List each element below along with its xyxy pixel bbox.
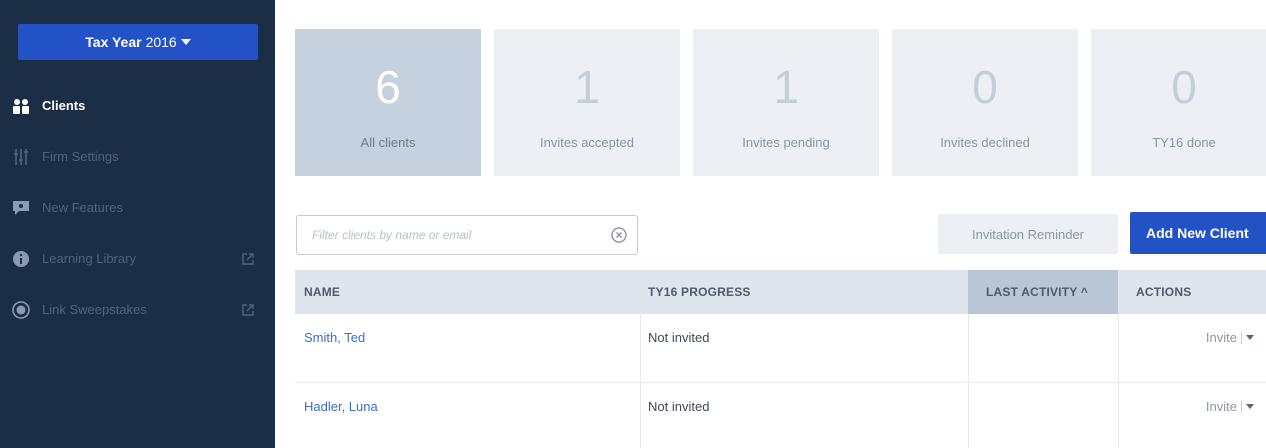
settings-sliders-icon — [12, 148, 30, 166]
clients-icon — [12, 97, 30, 115]
sidebar-item-label: Link Sweepstakes — [42, 302, 147, 317]
invite-action-dropdown[interactable]: Invite — [1206, 399, 1254, 414]
column-header-last-activity[interactable]: LAST ACTIVITY ^ — [968, 270, 1118, 314]
sidebar-item-learning-library[interactable]: Learning Library — [0, 233, 275, 284]
filter-input-wrap — [297, 226, 602, 244]
caret-down-icon — [1246, 335, 1254, 340]
external-link-icon — [241, 303, 255, 317]
table-row: Smith, Ted Not invited Invite — [295, 314, 1266, 383]
stat-value: 0 — [972, 61, 998, 113]
clients-table: NAME TY16 PROGRESS LAST ACTIVITY ^ ACTIO… — [295, 270, 1266, 448]
column-divider — [1118, 383, 1119, 448]
invite-label: Invite — [1205, 399, 1237, 414]
tax-year-label: Tax Year — [85, 34, 142, 50]
invite-label: Invite — [1205, 330, 1237, 345]
stat-label: Invites accepted — [540, 135, 634, 150]
sidebar-item-label: New Features — [42, 200, 123, 215]
stat-value: 1 — [773, 61, 799, 113]
info-icon — [12, 250, 30, 268]
filter-box — [296, 215, 638, 255]
divider — [1241, 400, 1242, 413]
stat-card-invites-accepted[interactable]: 1 Invites accepted — [494, 29, 680, 176]
stat-label: Invites declined — [940, 135, 1030, 150]
clear-icon[interactable] — [611, 227, 627, 243]
table-row: Hadler, Luna Not invited Invite — [295, 383, 1266, 448]
table-header: NAME TY16 PROGRESS LAST ACTIVITY ^ ACTIO… — [295, 270, 1266, 314]
invite-action-dropdown[interactable]: Invite — [1206, 330, 1254, 345]
column-divider — [640, 314, 641, 383]
sidebar-nav: Clients Firm Settings New Features Learn… — [0, 80, 275, 335]
column-divider — [1118, 314, 1119, 383]
caret-down-icon — [1246, 404, 1254, 409]
stat-label: Invites pending — [742, 135, 830, 150]
stat-value: 6 — [375, 61, 401, 113]
column-divider — [640, 383, 641, 448]
column-header-actions: ACTIONS — [1136, 285, 1192, 299]
external-link-icon — [241, 252, 255, 266]
sidebar-item-label: Clients — [42, 98, 86, 113]
stats-cards: 6 All clients 1 Invites accepted 1 Invit… — [295, 29, 1266, 176]
progress-cell: Not invited — [648, 330, 710, 345]
stat-label: TY16 done — [1152, 135, 1216, 150]
column-divider — [968, 383, 969, 448]
column-header-name[interactable]: NAME — [295, 270, 640, 314]
last-activity-cell — [985, 383, 1105, 448]
sidebar-item-firm-settings[interactable]: Firm Settings — [0, 131, 275, 182]
target-icon — [12, 300, 30, 319]
last-activity-cell — [985, 314, 1105, 383]
stat-value: 1 — [574, 61, 600, 113]
stat-value: 0 — [1171, 61, 1197, 113]
invitation-reminder-button[interactable]: Invitation Reminder — [938, 214, 1118, 254]
client-name-link[interactable]: Smith, Ted — [304, 314, 634, 383]
tax-year-dropdown[interactable]: Tax Year 2016 — [18, 24, 258, 60]
tax-year-value: 2016 — [145, 34, 177, 50]
app-window: Tax Year 2016 Clients Firm Settings New … — [0, 0, 1266, 448]
divider — [1241, 331, 1242, 344]
stat-label: All clients — [360, 135, 416, 150]
sidebar-item-clients[interactable]: Clients — [0, 80, 275, 131]
progress-cell: Not invited — [648, 399, 710, 414]
caret-down-icon — [180, 39, 191, 45]
filter-clients-input[interactable] — [312, 228, 602, 242]
sidebar: Tax Year 2016 Clients Firm Settings New … — [0, 0, 275, 448]
column-divider — [968, 314, 969, 383]
sidebar-item-new-features[interactable]: New Features — [0, 182, 275, 233]
stat-card-invites-pending[interactable]: 1 Invites pending — [693, 29, 879, 176]
add-new-client-button[interactable]: Add New Client — [1130, 212, 1266, 254]
sidebar-item-label: Firm Settings — [42, 149, 119, 164]
stat-card-all-clients[interactable]: 6 All clients — [295, 29, 481, 176]
stat-card-invites-declined[interactable]: 0 Invites declined — [892, 29, 1078, 176]
column-header-progress[interactable]: TY16 PROGRESS — [640, 270, 968, 314]
sidebar-item-link-sweepstakes[interactable]: Link Sweepstakes — [0, 284, 275, 335]
sidebar-item-label: Learning Library — [42, 251, 136, 266]
stat-card-ty16-done[interactable]: 0 TY16 done — [1091, 29, 1266, 176]
client-name-link[interactable]: Hadler, Luna — [304, 383, 634, 448]
speech-bubble-icon — [12, 199, 30, 217]
